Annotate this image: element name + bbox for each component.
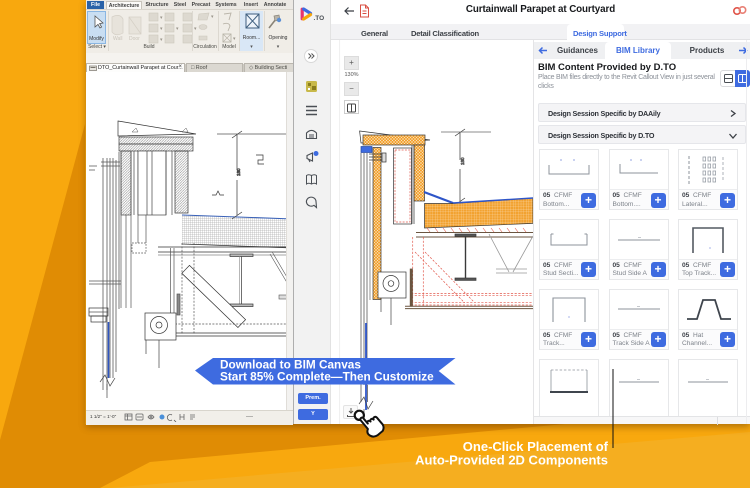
svg-text:Auto-Provided 2D Components: Auto-Provided 2D Components [415, 453, 608, 468]
svg-text:Start 85% Complete—Then Custom: Start 85% Complete—Then Customize [220, 370, 434, 384]
